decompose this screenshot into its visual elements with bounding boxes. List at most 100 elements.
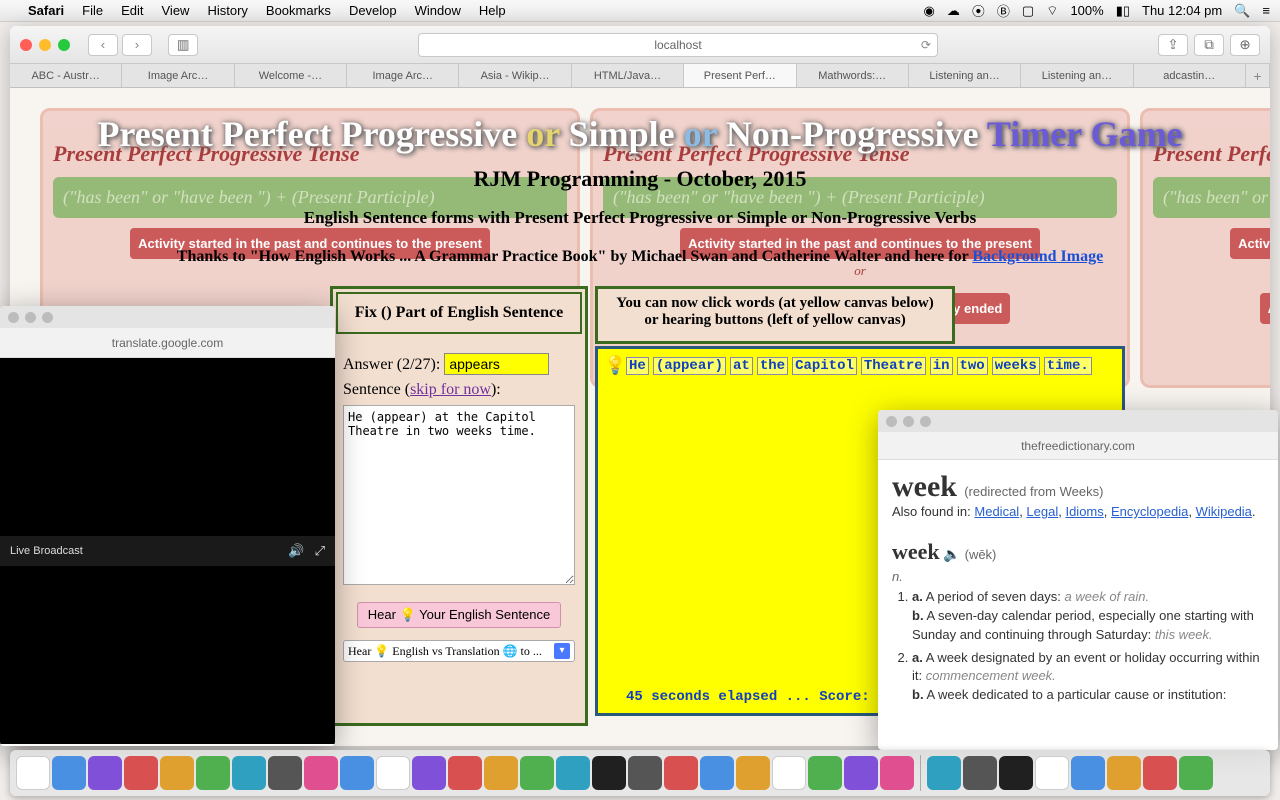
browser-tab[interactable]: adcastin…: [1134, 64, 1246, 87]
dict-link[interactable]: Encyclopedia: [1111, 504, 1188, 519]
dock-app[interactable]: [160, 756, 194, 790]
dock-app[interactable]: [664, 756, 698, 790]
sentence-textarea[interactable]: He (appear) at the Capitol Theatre in tw…: [343, 405, 575, 585]
menu-bookmarks[interactable]: Bookmarks: [266, 3, 331, 18]
word[interactable]: at: [730, 357, 753, 375]
menu-file[interactable]: File: [82, 3, 103, 18]
skip-link[interactable]: skip for now: [410, 381, 491, 398]
dock-app[interactable]: [196, 756, 230, 790]
word[interactable]: Capitol: [792, 357, 857, 375]
dock-app[interactable]: [1035, 756, 1069, 790]
browser-tab[interactable]: HTML/Java…: [572, 64, 684, 87]
dock-app[interactable]: [1179, 756, 1213, 790]
dock-app[interactable]: [304, 756, 338, 790]
wifi-icon[interactable]: ⌔: [1046, 3, 1058, 19]
menu-help[interactable]: Help: [479, 3, 506, 18]
browser-tab[interactable]: Welcome -…: [235, 64, 347, 87]
airplay-icon[interactable]: ▢: [1022, 3, 1034, 19]
word[interactable]: two: [957, 357, 988, 375]
browser-tab[interactable]: Image Arc…: [122, 64, 234, 87]
dict-link[interactable]: Wikipedia: [1196, 504, 1252, 519]
dock-app[interactable]: [232, 756, 266, 790]
dock-app[interactable]: [484, 756, 518, 790]
dock-app[interactable]: [340, 756, 374, 790]
word[interactable]: in: [930, 357, 953, 375]
spotlight-icon[interactable]: 🔍: [1234, 3, 1250, 19]
clock[interactable]: Thu 12:04 pm: [1142, 3, 1222, 18]
browser-tab[interactable]: ABC - Austr…: [10, 64, 122, 87]
status-icon[interactable]: ◉: [924, 3, 935, 19]
word[interactable]: He: [626, 357, 649, 375]
zoom-icon[interactable]: [42, 312, 53, 323]
dock-app[interactable]: [844, 756, 878, 790]
sidebar-button[interactable]: ▥: [168, 34, 198, 56]
dock-app[interactable]: [88, 756, 122, 790]
close-icon[interactable]: [886, 416, 897, 427]
dock-app[interactable]: [412, 756, 446, 790]
battery-icon[interactable]: ▮▯: [1116, 3, 1130, 19]
zoom-icon[interactable]: [58, 39, 70, 51]
dock-app[interactable]: [268, 756, 302, 790]
word[interactable]: Theatre: [861, 357, 926, 375]
bulb-icon[interactable]: 💡: [604, 355, 626, 376]
dock-app[interactable]: [124, 756, 158, 790]
status-icon[interactable]: ⦿: [972, 1, 985, 20]
sound-icon[interactable]: 🔈: [943, 546, 964, 562]
bitcoin-icon[interactable]: Ⓑ: [997, 1, 1010, 20]
browser-tab[interactable]: Mathwords:…: [797, 64, 909, 87]
minimize-icon[interactable]: [903, 416, 914, 427]
dock-app[interactable]: [52, 756, 86, 790]
dock-app[interactable]: [592, 756, 626, 790]
close-icon[interactable]: [20, 39, 32, 51]
dict-link[interactable]: Legal: [1026, 504, 1058, 519]
dock-app[interactable]: [376, 756, 410, 790]
downloads-button[interactable]: ⊕: [1230, 34, 1260, 56]
dock-app[interactable]: [556, 756, 590, 790]
status-icon[interactable]: ☁: [947, 3, 960, 19]
menu-view[interactable]: View: [162, 3, 190, 18]
zoom-icon[interactable]: [920, 416, 931, 427]
word[interactable]: the: [757, 357, 788, 375]
expand-icon[interactable]: ⤢: [315, 543, 325, 559]
dock-app[interactable]: [999, 756, 1033, 790]
menu-develop[interactable]: Develop: [349, 3, 397, 18]
app-name[interactable]: Safari: [28, 3, 64, 18]
tabs-button[interactable]: ⧉: [1194, 34, 1224, 56]
close-icon[interactable]: [8, 312, 19, 323]
answer-input[interactable]: [444, 353, 549, 375]
minimize-icon[interactable]: [25, 312, 36, 323]
translation-select[interactable]: Hear 💡 English vs Translation 🌐 to ... ▾: [343, 640, 575, 662]
dock-app[interactable]: [736, 756, 770, 790]
video-area[interactable]: Live Broadcast 🔊⤢: [0, 358, 335, 744]
dock-app[interactable]: [880, 756, 914, 790]
dict-link[interactable]: Medical: [974, 504, 1019, 519]
menu-window[interactable]: Window: [415, 3, 461, 18]
dock-app[interactable]: [16, 756, 50, 790]
browser-tab[interactable]: Listening an…: [1021, 64, 1133, 87]
dock-app[interactable]: [808, 756, 842, 790]
dock-app[interactable]: [520, 756, 554, 790]
address-bar[interactable]: localhost ⟳: [418, 33, 938, 57]
bg-image-link[interactable]: Background Image: [972, 248, 1103, 265]
volume-icon[interactable]: 🔊: [288, 543, 304, 559]
dock-app[interactable]: [1107, 756, 1141, 790]
new-tab-button[interactable]: +: [1246, 64, 1270, 87]
word[interactable]: (appear): [653, 357, 726, 375]
word[interactable]: weeks: [992, 357, 1040, 375]
word[interactable]: time.: [1044, 357, 1092, 375]
menu-history[interactable]: History: [207, 3, 247, 18]
dock-app[interactable]: [772, 756, 806, 790]
dict-link[interactable]: Idioms: [1065, 504, 1103, 519]
dock-app[interactable]: [963, 756, 997, 790]
dock-app[interactable]: [1143, 756, 1177, 790]
share-button[interactable]: ⇪: [1158, 34, 1188, 56]
browser-tab[interactable]: Image Arc…: [347, 64, 459, 87]
forward-button[interactable]: ›: [122, 34, 152, 56]
browser-tab[interactable]: Asia - Wikip…: [459, 64, 571, 87]
dock-app[interactable]: [927, 756, 961, 790]
minimize-icon[interactable]: [39, 39, 51, 51]
dock-app[interactable]: [1071, 756, 1105, 790]
dock-app[interactable]: [448, 756, 482, 790]
browser-tab-active[interactable]: Present Perf…: [684, 64, 796, 87]
dock-app[interactable]: [700, 756, 734, 790]
